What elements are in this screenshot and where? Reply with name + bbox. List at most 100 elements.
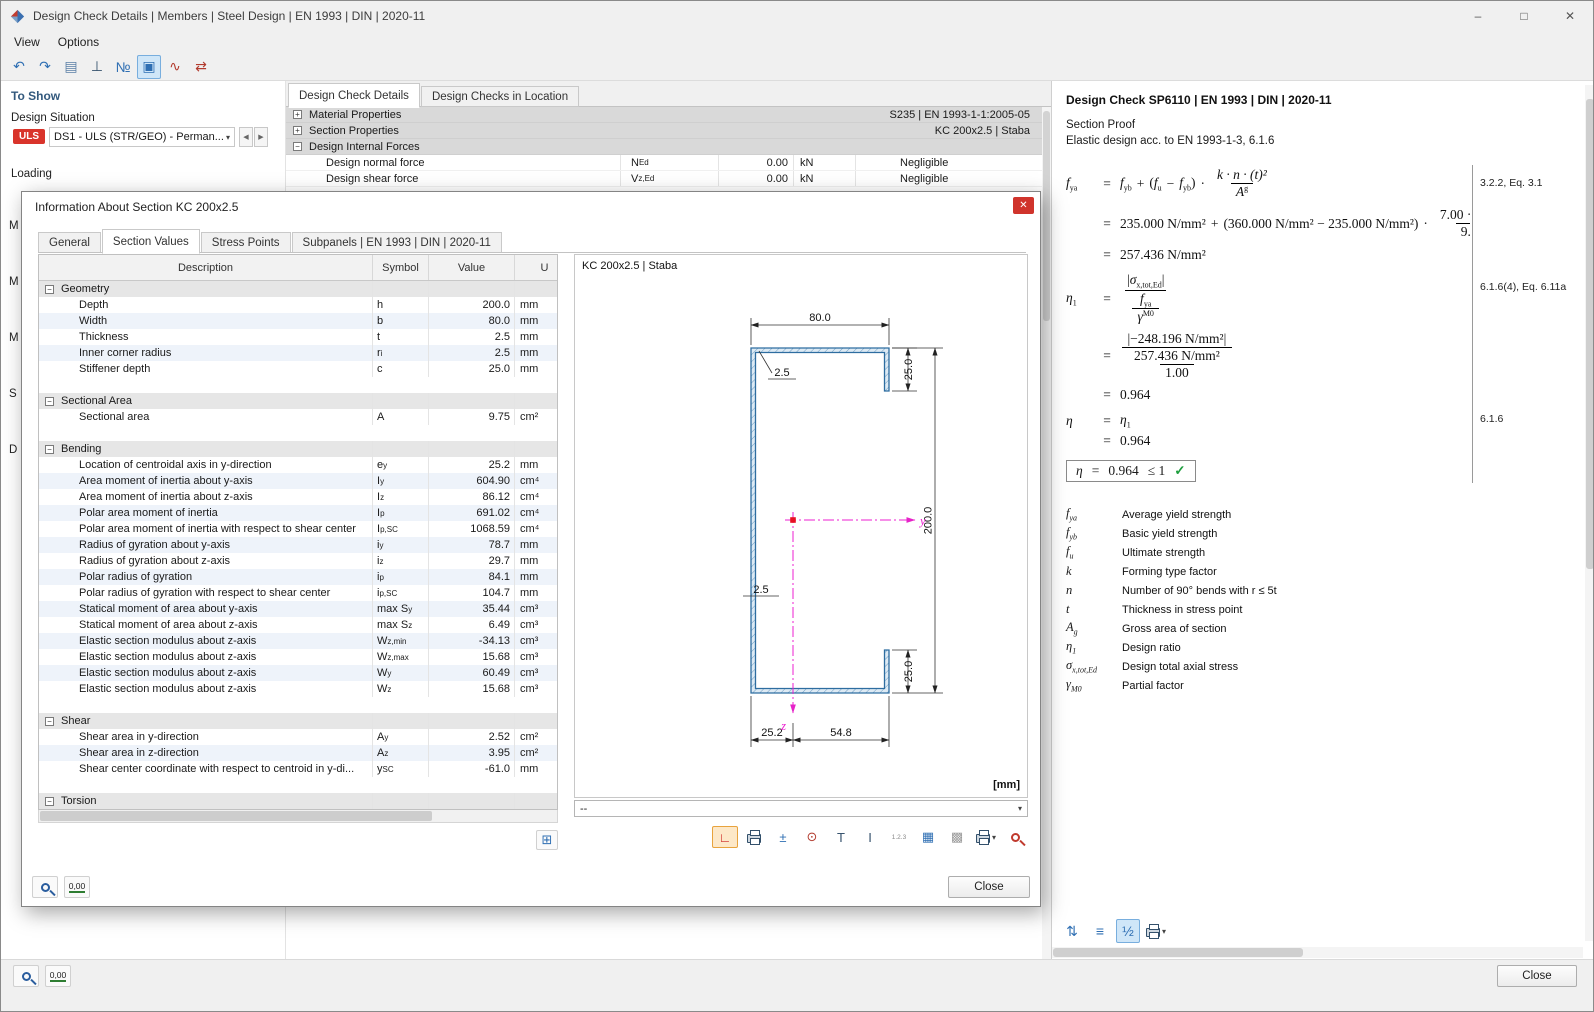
table-row[interactable]: Polar radius of gyrationip84.1mm [39, 569, 557, 585]
dotted-grid-icon[interactable]: ▩ [944, 826, 970, 848]
table-row[interactable]: Polar area moment of inertia with respec… [39, 521, 557, 537]
part-numbering-icon[interactable]: № [111, 55, 135, 79]
zoom-icon[interactable] [1002, 826, 1028, 848]
values-display-icon[interactable]: ½ [1116, 919, 1140, 943]
tree-row-design-internal-forces[interactable]: − Design Internal Forces [286, 139, 1042, 155]
table-row[interactable]: Stiffener depthc25.0mm [39, 361, 557, 377]
collapse-toggle-icon[interactable]: − [293, 142, 302, 151]
zoom-tool-icon[interactable] [13, 965, 39, 987]
collapse-toggle-icon[interactable]: − [45, 445, 54, 454]
table-row[interactable]: Elastic section modulus about z-axisWz15… [39, 681, 557, 697]
column-value[interactable]: Value [429, 255, 515, 280]
collapse-toggle-icon[interactable]: − [45, 717, 54, 726]
table-row[interactable]: Area moment of inertia about z-axisIz86.… [39, 489, 557, 505]
table-group-row[interactable]: −Geometry [39, 281, 557, 297]
center-vertical-scrollbar[interactable] [1042, 107, 1051, 959]
row-design-shear-force[interactable]: Design shear force Vz,Ed 0.00 kN Negligi… [286, 171, 1042, 187]
table-group-row[interactable]: −Sectional Area [39, 393, 557, 409]
close-button[interactable]: Close [1497, 965, 1577, 987]
close-window-button[interactable]: ✕ [1547, 1, 1593, 31]
table-row[interactable]: Elastic section modulus about z-axisWz,m… [39, 633, 557, 649]
update-results-icon[interactable]: ⇅ [1060, 919, 1084, 943]
next-situation-button[interactable]: ▶ [254, 127, 268, 147]
print-report-icon[interactable]: ▾ [1144, 919, 1168, 943]
filter-results-icon[interactable]: ⊥ [85, 55, 109, 79]
dialog-zoom-tool-icon[interactable] [32, 876, 58, 898]
drawing-option-select[interactable]: -- ▾ [574, 800, 1028, 817]
table-row[interactable]: Shear area in y-directionAy2.52cm² [39, 729, 557, 745]
color-relations-icon[interactable]: ⇄ [189, 55, 213, 79]
unit-label: [mm] [993, 779, 1020, 791]
tab-design-checks-in-location[interactable]: Design Checks in Location [421, 86, 579, 107]
column-symbol[interactable]: Symbol [373, 255, 429, 280]
table-row[interactable]: Thicknesst2.5mm [39, 329, 557, 345]
table-row[interactable]: Widthb80.0mm [39, 313, 557, 329]
table-row[interactable]: Radius of gyration about y-axisiy78.7mm [39, 537, 557, 553]
table-group-row[interactable]: −Bending [39, 441, 557, 457]
formula-vertical-scrollbar[interactable] [1585, 85, 1594, 941]
print-icon[interactable]: ▾ [973, 826, 999, 848]
tab-subpanels[interactable]: Subpanels | EN 1993 | DIN | 2020-11 [292, 232, 502, 253]
text-placement-icon[interactable]: T [828, 826, 854, 848]
table-row[interactable]: Radius of gyration about z-axisiz29.7mm [39, 553, 557, 569]
table-row[interactable]: Polar area moment of inertiaIp691.02cm⁴ [39, 505, 557, 521]
export-table-icon[interactable]: ⊞ [536, 830, 558, 850]
table-row[interactable]: Elastic section modulus about z-axisWy60… [39, 665, 557, 681]
collapse-toggle-icon[interactable]: − [45, 285, 54, 294]
tab-section-values[interactable]: Section Values [102, 229, 200, 254]
expand-toggle-icon[interactable]: + [293, 126, 302, 135]
section-outline-icon[interactable]: I [857, 826, 883, 848]
tab-design-check-details[interactable]: Design Check Details [288, 83, 420, 108]
table-row[interactable]: Shear area in z-directionAz3.95cm² [39, 745, 557, 761]
pin-panel-icon[interactable]: ↶ [7, 55, 31, 79]
formula-horizontal-scrollbar[interactable] [1052, 947, 1583, 958]
show-dimensions-icon[interactable]: ± [770, 826, 796, 848]
check-formulas-icon[interactable]: ▣ [137, 55, 161, 79]
sort-results-icon[interactable]: ▤ [59, 55, 83, 79]
expand-toggle-icon[interactable]: + [293, 110, 302, 119]
table-row[interactable]: Shear center coordinate with respect to … [39, 761, 557, 777]
tab-general[interactable]: General [38, 232, 101, 253]
collapse-toggle-icon[interactable]: − [45, 797, 54, 806]
column-unit[interactable]: U [515, 255, 558, 280]
stress-points-icon[interactable]: ⊙ [799, 826, 825, 848]
row-design-normal-force[interactable]: Design normal force NEd 0.00 kN Negligib… [286, 155, 1042, 171]
table-horizontal-scrollbar[interactable] [38, 810, 558, 823]
print-drawing-icon[interactable] [741, 826, 767, 848]
tab-stress-points[interactable]: Stress Points [201, 232, 291, 253]
table-row[interactable]: Statical moment of area about z-axismax … [39, 617, 557, 633]
collapse-toggle-icon[interactable]: − [45, 397, 54, 406]
table-row[interactable]: Inner corner radiusri2.5mm [39, 345, 557, 361]
table-group-row[interactable]: −Shear [39, 713, 557, 729]
dialog-close-button[interactable]: Close [948, 876, 1030, 898]
decimal-places-button[interactable]: 0,00 [45, 965, 71, 987]
result-diagram-icon[interactable]: ∿ [163, 55, 187, 79]
table-row[interactable]: Elastic section modulus about z-axisWz,m… [39, 649, 557, 665]
cutoff-label: D [9, 444, 17, 456]
table-row[interactable]: Statical moment of area about y-axismax … [39, 601, 557, 617]
menu-options[interactable]: Options [49, 33, 108, 51]
dialog-close-icon[interactable]: ✕ [1013, 197, 1034, 214]
dialog-decimal-places-button[interactable]: 0,00 [64, 876, 90, 898]
minimize-button[interactable]: – [1455, 1, 1501, 31]
tree-row-material-properties[interactable]: + Material Properties S235 | EN 1993-1-1… [286, 107, 1042, 123]
column-description[interactable]: Description [39, 255, 373, 280]
legend-item: η1Design ratio [1066, 638, 1466, 657]
menu-view[interactable]: View [5, 33, 49, 51]
maximize-button[interactable]: □ [1501, 1, 1547, 31]
table-row[interactable]: Polar radius of gyration with respect to… [39, 585, 557, 601]
grid-icon[interactable]: ▦ [915, 826, 941, 848]
table-row[interactable]: Area moment of inertia about y-axisIy604… [39, 473, 557, 489]
table-group-row[interactable]: −Torsion [39, 793, 557, 809]
navigate-check-icon[interactable]: ≡ [1088, 919, 1112, 943]
axes-origin-icon[interactable]: ∟ [712, 826, 738, 848]
tree-row-section-properties[interactable]: + Section Properties KC 200x2.5 | Staba [286, 123, 1042, 139]
float-panel-icon[interactable]: ↷ [33, 55, 57, 79]
table-row[interactable]: Depthh200.0mm [39, 297, 557, 313]
numbering-icon[interactable]: 1.2.3 [886, 826, 912, 848]
previous-situation-button[interactable]: ◀ [239, 127, 253, 147]
check-passed-icon: ✓ [1174, 463, 1185, 479]
table-row[interactable]: Sectional areaA9.75cm² [39, 409, 557, 425]
table-row[interactable]: Location of centroidal axis in y-directi… [39, 457, 557, 473]
design-situation-select[interactable]: DS1 - ULS (STR/GEO) - Perman... ▾ [49, 127, 235, 147]
